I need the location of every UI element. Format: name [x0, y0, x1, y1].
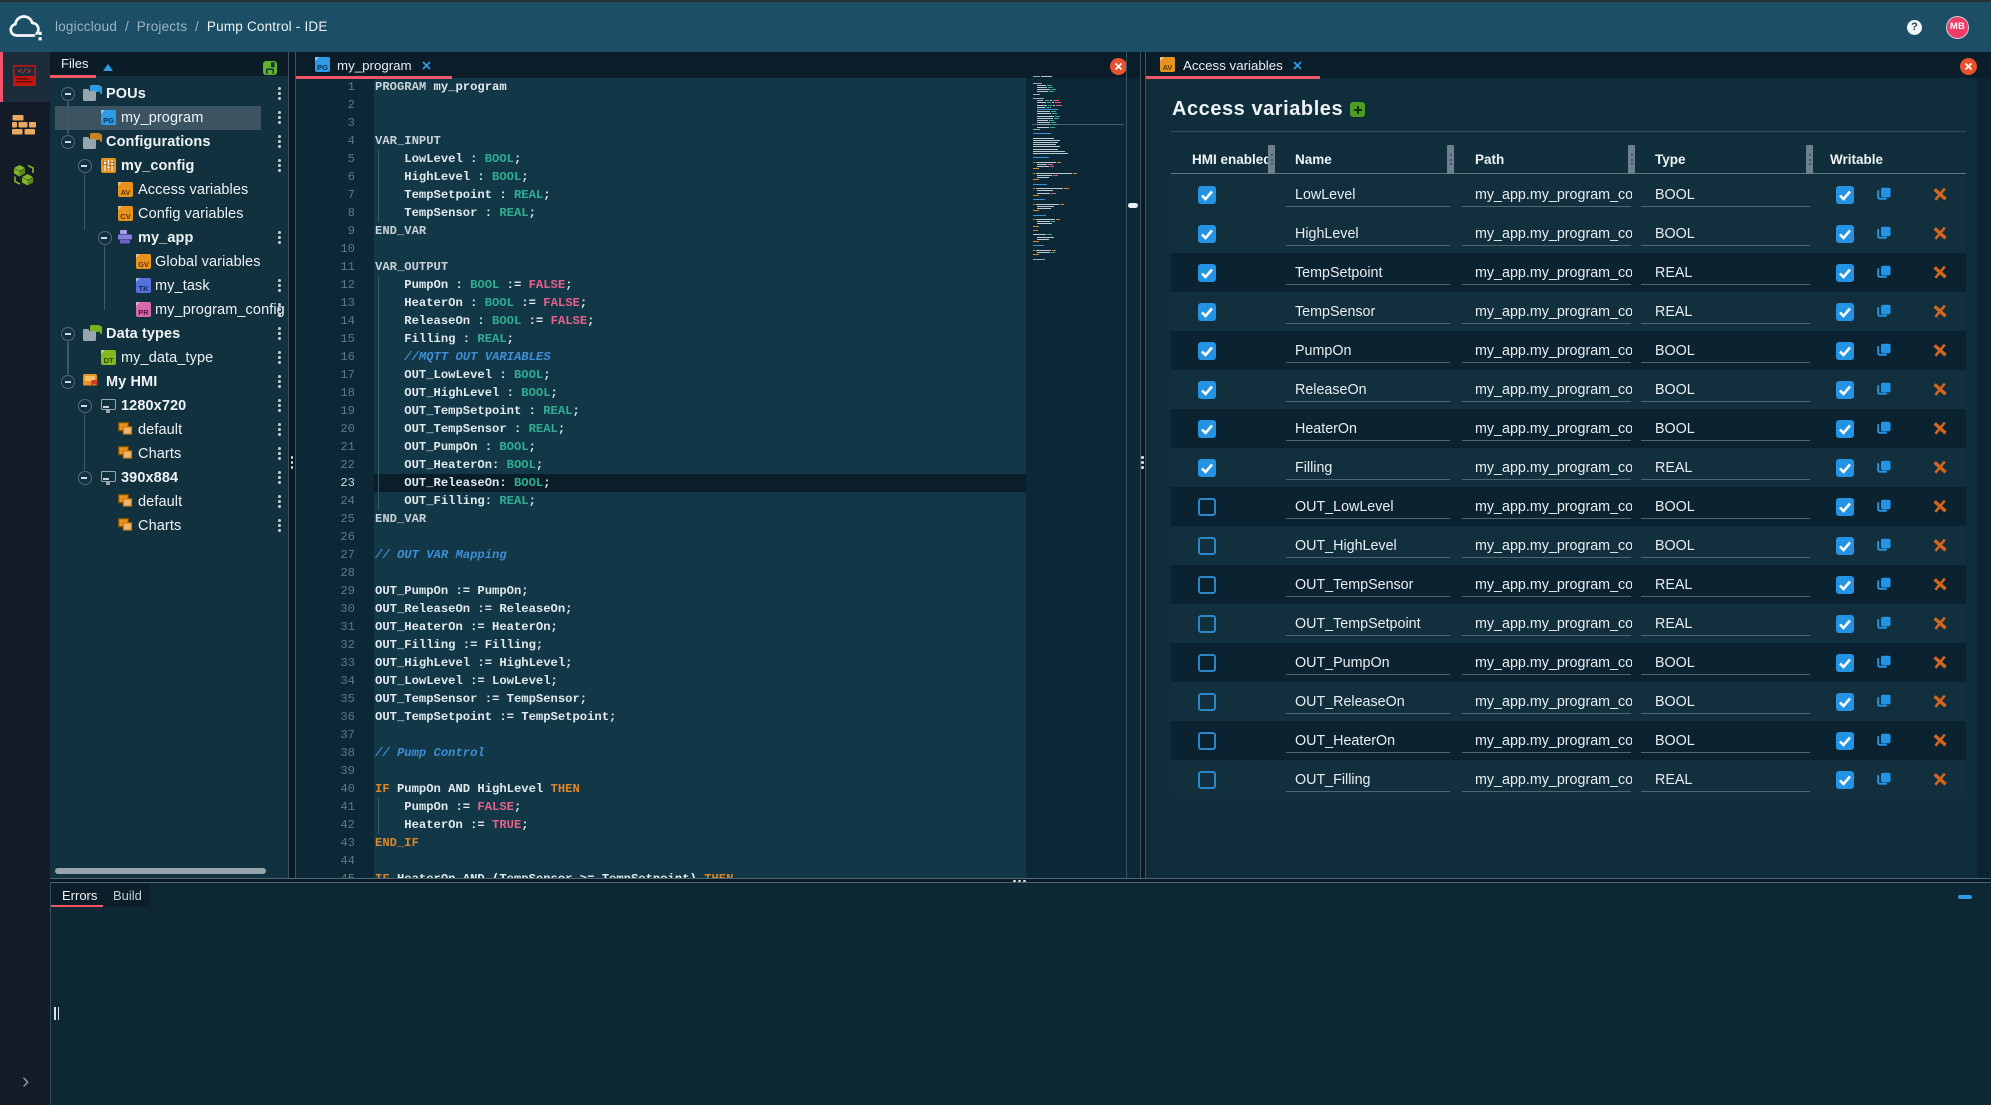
svg-text:</>: </>	[18, 69, 32, 77]
